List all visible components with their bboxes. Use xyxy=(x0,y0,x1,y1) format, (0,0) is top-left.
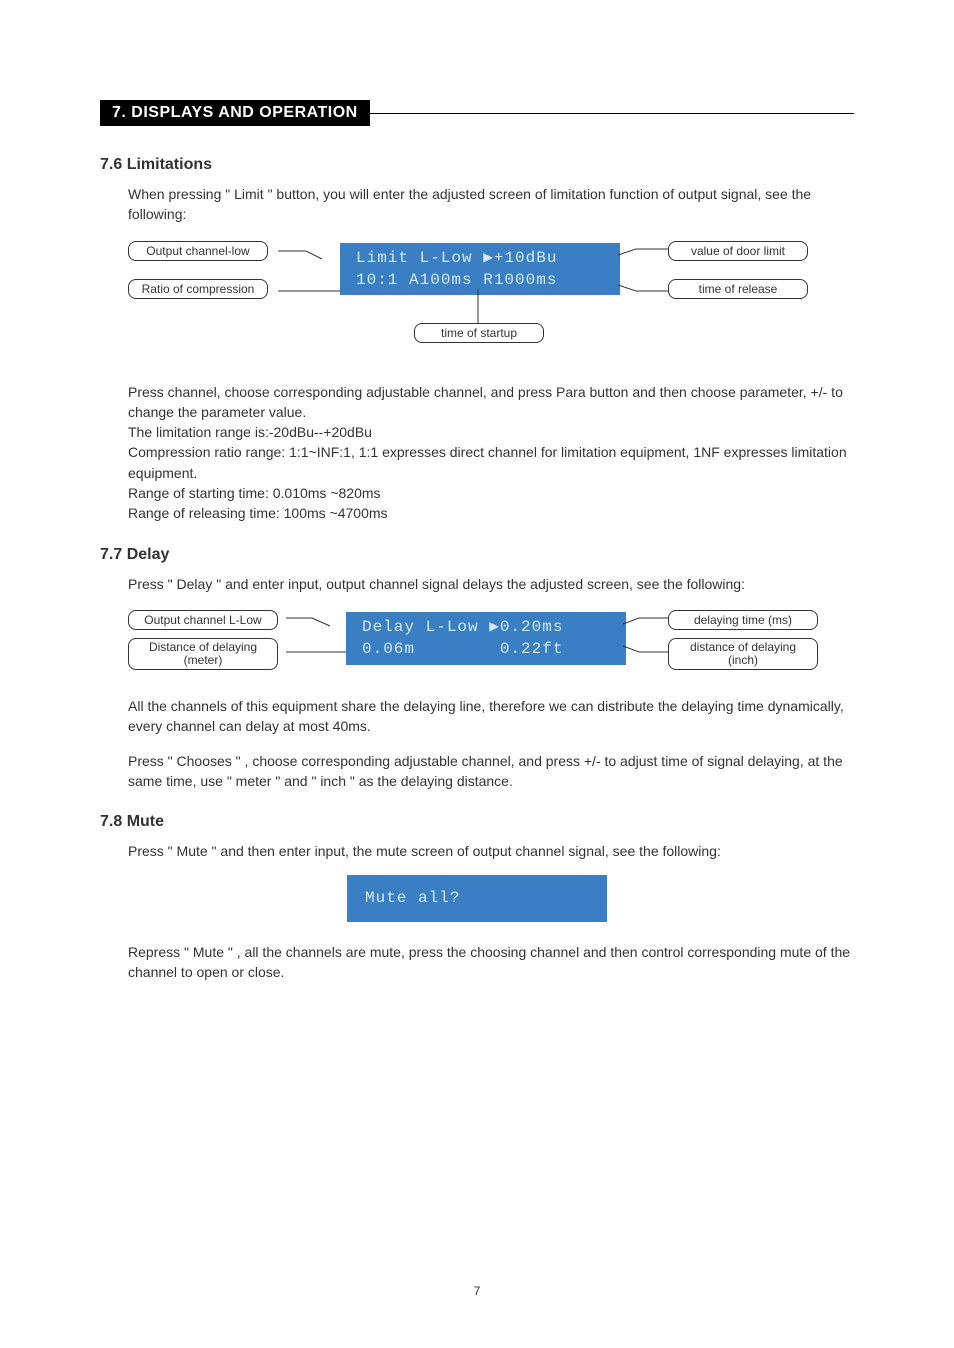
lcd-line1: Limit L-Low ▶+10dBu xyxy=(356,247,604,269)
delay-intro: Press " Delay " and enter input, output … xyxy=(128,574,854,594)
delay-diagram: Output channel L-Low Distance of delayin… xyxy=(128,608,854,678)
label-distance-inch: distance of delaying (inch) xyxy=(668,638,818,670)
page-number: 7 xyxy=(474,1284,481,1298)
delay-lcd-line1: Delay L-Low ▶0.20ms xyxy=(362,616,610,638)
connector-left-delay-icon xyxy=(286,616,350,666)
delay-explain1: All the channels of this equipment share… xyxy=(128,696,854,737)
delay-lcd: Delay L-Low ▶0.20ms 0.06m 0.22ft xyxy=(346,612,626,665)
label-time-release: time of release xyxy=(668,279,808,299)
label-delay-time: delaying time (ms) xyxy=(668,610,818,630)
section-title: 7. DISPLAYS AND OPERATION xyxy=(100,100,370,126)
mute-lcd-line1: Mute all? xyxy=(365,887,589,909)
mute-diagram: Mute all? xyxy=(100,875,854,921)
delay-lcd-ft: 0.22ft xyxy=(500,640,564,658)
label-time-startup: time of startup xyxy=(414,323,544,343)
connector-bottom-icon xyxy=(468,289,488,327)
label-distance-meter: Distance of delaying (meter) xyxy=(128,638,278,670)
limitations-diagram: Output channel-low Ratio of compression … xyxy=(128,239,854,364)
mute-intro: Press " Mute " and then enter input, the… xyxy=(128,841,854,861)
delay-lcd-line2: 0.06m 0.22ft xyxy=(362,638,610,660)
delay-lcd-m: 0.06m xyxy=(362,640,415,658)
label-door-limit: value of door limit xyxy=(668,241,808,261)
mute-explain: Repress " Mute " , all the channels are … xyxy=(128,942,854,983)
delay-title: 7.7 Delay xyxy=(100,546,854,564)
mute-title: 7.8 Mute xyxy=(100,813,854,831)
limitations-intro: When pressing " Limit " button, you will… xyxy=(128,184,854,225)
label-output-channel-llow: Output channel L-Low xyxy=(128,610,278,630)
section-rule xyxy=(370,113,854,114)
limitations-title: 7.6 Limitations xyxy=(100,156,854,174)
label-ratio-compression: Ratio of compression xyxy=(128,279,268,299)
label-output-channel-low: Output channel-low xyxy=(128,241,268,261)
section-header-bar: 7. DISPLAYS AND OPERATION xyxy=(100,100,854,126)
mute-lcd: Mute all? xyxy=(347,875,607,921)
limitations-explain: Press channel, choose corresponding adju… xyxy=(128,382,854,524)
connector-left-icon xyxy=(278,247,348,312)
delay-explain2: Press " Chooses " , choose corresponding… xyxy=(128,751,854,792)
limitations-lcd: Limit L-Low ▶+10dBu 10:1 A100ms R1000ms xyxy=(340,243,620,296)
